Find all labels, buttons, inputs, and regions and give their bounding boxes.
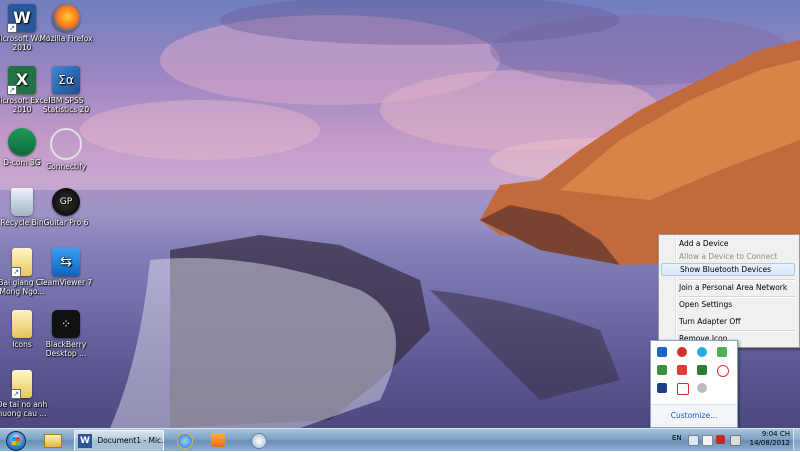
spss-icon: Σα (52, 66, 80, 94)
desktop-icon-label: De tai no anh huong cau ... (0, 400, 48, 418)
taskbar-media-player[interactable] (204, 430, 232, 450)
media-player-icon (211, 433, 225, 447)
show-desktop-button[interactable] (793, 429, 800, 451)
dcom-tray-icon[interactable] (657, 365, 667, 375)
bluetooth-context-menu: Add a Device Allow a Device to Connect S… (658, 234, 800, 348)
show-hidden-icons-icon[interactable] (688, 435, 699, 446)
menu-item-join-pan[interactable]: Join a Personal Area Network (661, 281, 795, 294)
desktop-icon-label: BlackBerry Desktop ... (45, 340, 87, 358)
desktop-icon-label: Guitar Pro 6 (43, 218, 89, 227)
word-icon: W (78, 434, 92, 448)
desktop-icon-blackberry[interactable]: ⁘ BlackBerry Desktop ... (36, 310, 96, 358)
shortcut-arrow-icon: ↗ (11, 267, 21, 277)
desktop-icon-label: Connectify (45, 162, 87, 171)
alert-icon[interactable] (677, 365, 687, 375)
file-icon: ↗ (11, 370, 32, 399)
menu-item-turn-adapter-off[interactable]: Turn Adapter Off (661, 315, 795, 328)
desktop-icon-label: IBM SPSS Statistics 20 (42, 96, 90, 114)
desktop-icon-label: TeamViewer 7 (39, 278, 93, 287)
word-icon: W ↗ (7, 4, 36, 33)
app-tray-icon[interactable] (657, 383, 667, 393)
dcom-icon (8, 128, 36, 156)
menu-item-add-device[interactable]: Add a Device (661, 237, 795, 250)
app-icon (251, 433, 267, 449)
file-icon: ↗ (11, 248, 32, 277)
shield-icon[interactable] (697, 365, 707, 375)
windows-logo-icon (6, 431, 26, 451)
firefox-icon (52, 4, 80, 32)
excel-icon: X ↗ (7, 66, 36, 95)
taskbar: W Document1 - Mic... EN 9:04 CH 14/08/20… (0, 428, 800, 452)
start-button[interactable] (2, 429, 28, 451)
menu-item-allow-device: Allow a Device to Connect (679, 252, 778, 261)
action-center-icon[interactable] (702, 435, 713, 446)
taskbar-window-title: Document1 - Mic... (97, 436, 164, 445)
internet-explorer-icon (177, 433, 193, 449)
update-icon[interactable] (717, 347, 727, 357)
checkmark-icon[interactable] (677, 383, 689, 395)
taskbar-word-document[interactable]: W Document1 - Mic... (74, 430, 164, 452)
desktop-icon-spss[interactable]: Σα IBM SPSS Statistics 20 (36, 66, 96, 114)
blackberry-icon: ⁘ (52, 310, 80, 338)
teamviewer-icon: ⇆ (52, 248, 80, 276)
clock-date: 14/08/2012 (749, 439, 790, 447)
desktop-icon-label: Mozilla Firefox (39, 34, 93, 43)
bluetooth-icon[interactable] (657, 347, 667, 357)
shortcut-arrow-icon: ↗ (7, 85, 17, 95)
customize-link[interactable]: Customize... (651, 404, 737, 427)
shortcut-arrow-icon: ↗ (7, 23, 17, 33)
desktop-icon-guitar-pro[interactable]: GP Guitar Pro 6 (36, 188, 96, 227)
notification-overflow-panel: Customize... (650, 340, 738, 428)
taskbar-internet-explorer[interactable] (170, 430, 198, 450)
power-icon[interactable] (716, 435, 725, 444)
language-indicator[interactable]: EN (672, 434, 682, 442)
menu-item-show-bluetooth-devices[interactable]: Show Bluetooth Devices (661, 263, 795, 276)
connectify-icon (50, 128, 82, 160)
desktop-icon-teamviewer[interactable]: ⇆ TeamViewer 7 (36, 248, 96, 287)
clock[interactable]: 9:04 CH 14/08/2012 (750, 430, 790, 448)
shortcut-arrow-icon: ↗ (11, 389, 21, 399)
menu-item-open-settings[interactable]: Open Settings (661, 298, 795, 311)
wifi-icon[interactable] (697, 383, 707, 393)
blocked-icon[interactable] (717, 365, 729, 377)
taskbar-explorer[interactable] (38, 430, 66, 450)
recycle-bin-icon (11, 188, 33, 216)
desktop-icon-de-tai[interactable]: ↗ De tai no anh huong cau ... (0, 370, 52, 418)
desktop-icon-connectify[interactable]: Connectify (36, 128, 96, 171)
folder-icon (12, 310, 32, 338)
system-tray: EN 9:04 CH 14/08/2012 (668, 429, 800, 451)
desktop-icon-firefox[interactable]: Mozilla Firefox (36, 4, 96, 43)
taskbar-app[interactable] (244, 430, 272, 450)
antivirus-icon[interactable] (677, 347, 687, 357)
network-app-icon[interactable] (697, 347, 707, 357)
guitar-pro-icon: GP (52, 188, 80, 216)
clock-time: 9:04 CH (761, 430, 790, 438)
volume-icon[interactable] (730, 435, 741, 446)
folder-icon (44, 434, 62, 448)
